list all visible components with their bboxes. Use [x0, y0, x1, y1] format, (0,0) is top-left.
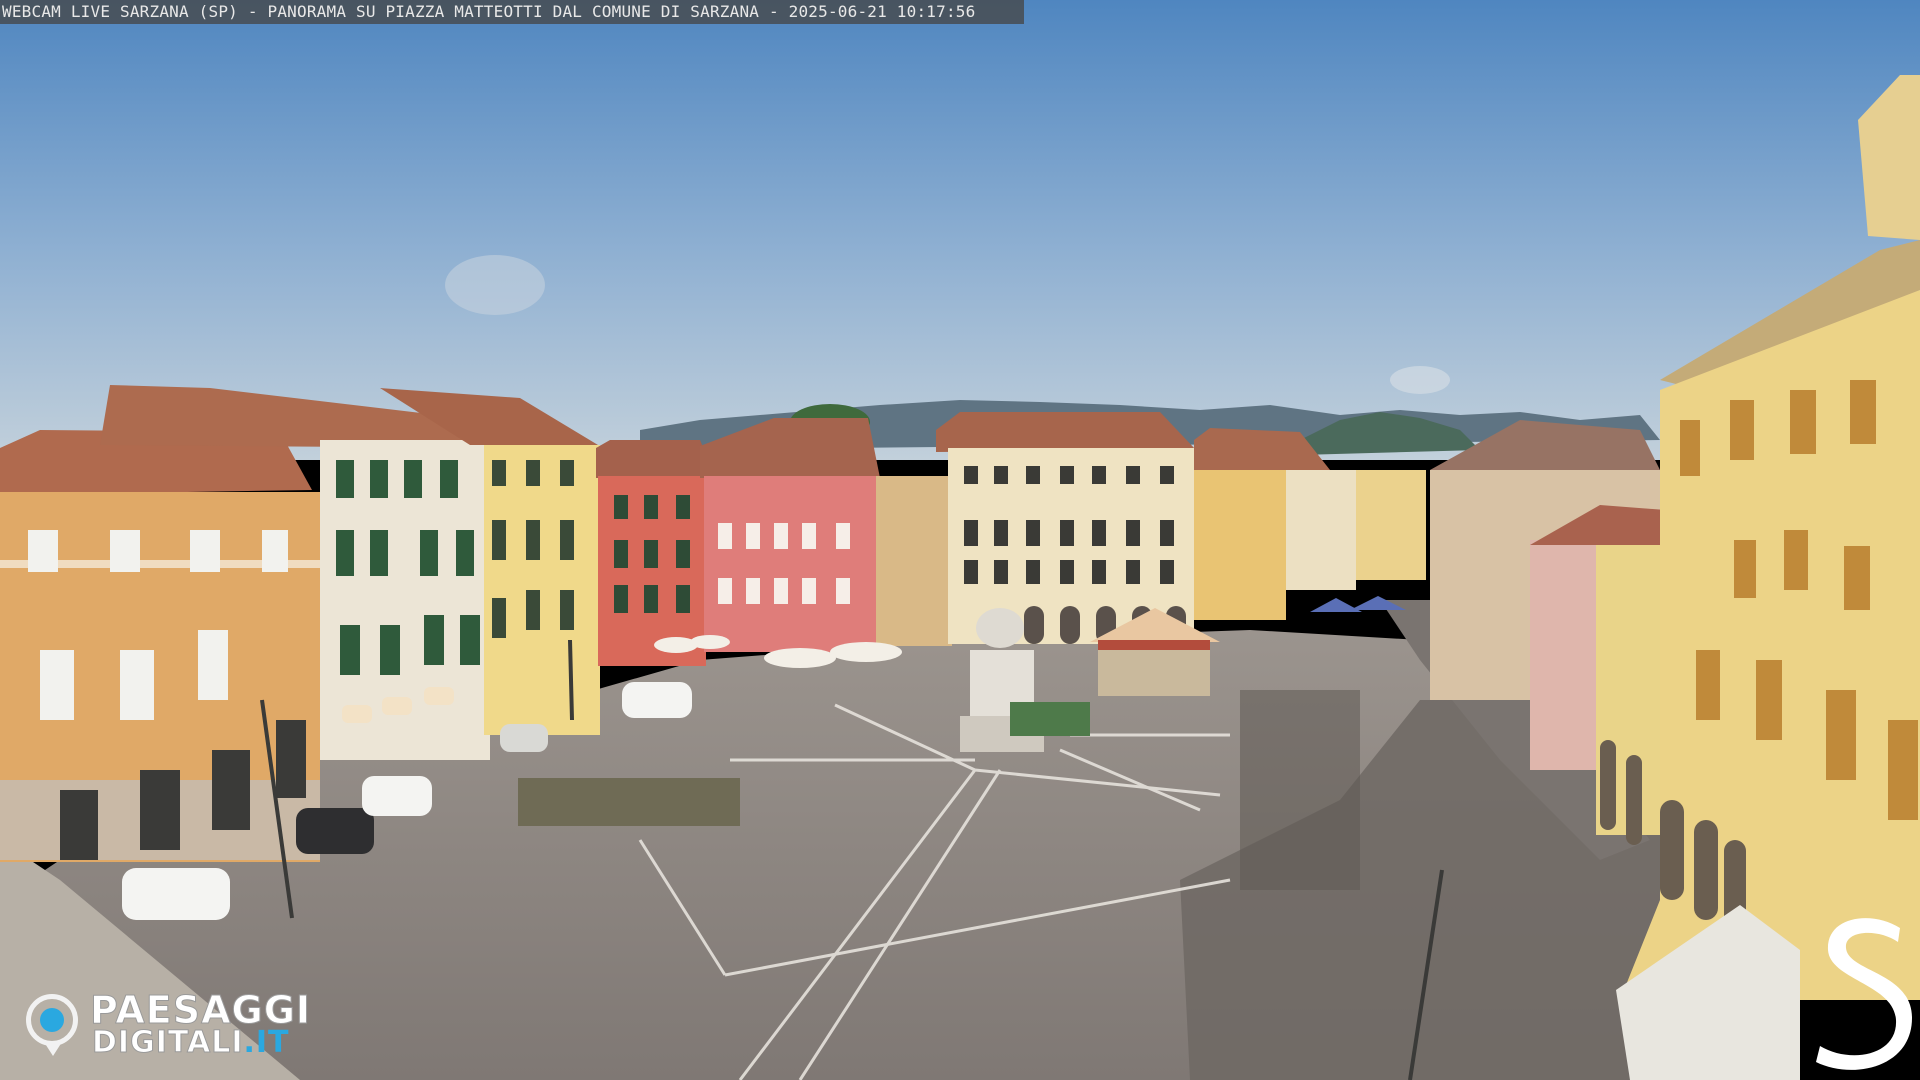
logo-line-2-tld: .IT — [243, 1025, 290, 1060]
sky — [0, 0, 1920, 460]
cafe-tables-right — [1240, 690, 1360, 890]
building-cream-2 — [1286, 470, 1356, 590]
webcam-frame: WEBCAM LIVE SARZANA (SP) - PANORAMA SU P… — [0, 0, 1920, 1080]
camera-lens-icon — [26, 994, 78, 1046]
paesaggi-digitali-logo: PAESAGGI DIGITALI.IT — [24, 990, 334, 1060]
webcam-caption: WEBCAM LIVE SARZANA (SP) - PANORAMA SU P… — [0, 0, 1024, 24]
map-pin-icon — [44, 1042, 62, 1056]
building-yellow-3 — [1356, 470, 1426, 580]
building-yellow — [484, 445, 600, 735]
roof-red — [596, 440, 716, 478]
building-beige-mid — [876, 476, 952, 646]
building-pink — [704, 476, 880, 652]
planters — [518, 778, 740, 826]
building-yellow-2 — [1194, 470, 1286, 620]
umbrellas-right — [1310, 596, 1406, 612]
roof-central — [936, 412, 1196, 452]
cloud — [445, 255, 545, 315]
sarzana-s-logo — [1816, 918, 1912, 1070]
logo-line-2: DIGITALI.IT — [91, 1025, 290, 1060]
logo-line-1: PAESAGGI — [89, 988, 312, 1032]
cloud — [1390, 366, 1450, 394]
piazza-scene — [0, 0, 1920, 1080]
building-pink-right — [1530, 540, 1600, 770]
logo-line-2-main: DIGITALI — [91, 1025, 244, 1060]
windows-red — [614, 495, 690, 613]
